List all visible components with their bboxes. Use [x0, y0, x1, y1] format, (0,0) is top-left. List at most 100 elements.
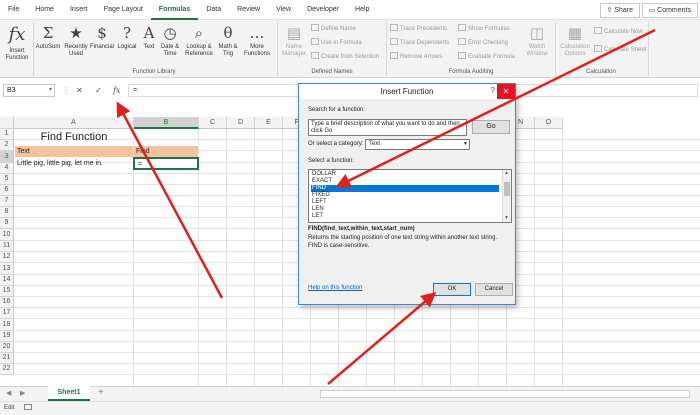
create-from-selection-button[interactable]: Create from Selection [311, 52, 379, 60]
search-function-input[interactable]: Type a brief description of what you wan… [308, 119, 467, 136]
chevron-down-icon[interactable]: ▾ [49, 85, 52, 96]
active-cell-b3[interactable]: = [133, 157, 199, 170]
lookup-reference-button[interactable]: ⌕ Lookup & Reference [183, 22, 215, 58]
cancel-icon[interactable]: ✕ [76, 84, 83, 97]
go-button[interactable]: Go [472, 120, 510, 134]
help-icon[interactable]: ? [491, 86, 495, 95]
cell-a1-title[interactable]: Find Function [15, 130, 133, 145]
function-item[interactable]: FIXED [311, 192, 499, 199]
calculate-now-button[interactable]: Calculate Now [594, 27, 643, 35]
row-header-13[interactable]: 13 [0, 263, 14, 275]
row-header-20[interactable]: 20 [0, 342, 14, 353]
function-item[interactable]: EXACT [311, 178, 499, 185]
ok-button[interactable]: OK [433, 283, 471, 296]
cell-a2[interactable]: Text [15, 146, 133, 157]
close-icon[interactable]: ✕ [497, 84, 515, 99]
tab-next-icon[interactable]: ▶ [20, 389, 25, 397]
menu-formulas[interactable]: Formulas [150, 0, 199, 20]
menu-page-layout[interactable]: Page Layout [95, 0, 150, 20]
row-header-12[interactable]: 12 [0, 252, 14, 263]
horizontal-scrollbar[interactable] [320, 390, 690, 398]
row-header-11[interactable]: 11 [0, 241, 14, 252]
share-button[interactable]: ⇪ Share [599, 3, 640, 18]
add-sheet-icon[interactable]: + [98, 387, 104, 398]
scroll-down-icon[interactable]: ▼ [504, 215, 509, 221]
cell-a3[interactable]: Little pig, little pig, let me in. [15, 158, 145, 169]
autosum-button[interactable]: Σ AutoSum [35, 22, 61, 51]
row-header-1[interactable]: 1 [0, 129, 14, 140]
evaluate-formula-button[interactable]: Evaluate Formula [458, 52, 515, 60]
logical-button[interactable]: ? Logical [115, 22, 139, 51]
column-header-c[interactable]: C [199, 117, 227, 129]
use-in-formula-button[interactable]: Use in Formula [311, 38, 362, 46]
date-time-button[interactable]: ◷ Date & Time [158, 22, 182, 58]
show-formulas-button[interactable]: Show Formulas [458, 24, 510, 32]
function-list[interactable]: DOLLAR EXACT FIND FIXED LEFT LEN LET ▲ ▼ [308, 169, 512, 223]
column-header-e[interactable]: E [255, 117, 283, 129]
row-header-5[interactable]: 5 [0, 174, 14, 185]
name-manager-button[interactable]: ▤ Name Manager [280, 22, 308, 58]
function-item[interactable]: LEFT [311, 199, 499, 206]
function-list-scrollbar[interactable]: ▲ ▼ [502, 170, 511, 222]
row-header-8[interactable]: 8 [0, 207, 14, 218]
remove-arrows-button[interactable]: Remove Arrows [390, 52, 442, 60]
cell-b2[interactable]: Find [134, 146, 198, 157]
menu-review[interactable]: Review [229, 0, 268, 20]
column-header-o[interactable]: O [535, 117, 563, 129]
scrollbar-thumb[interactable] [504, 182, 510, 196]
insert-function-button[interactable]: fx Insert Function [3, 22, 31, 62]
watch-window-button[interactable]: ◫ Watch Window [523, 22, 551, 58]
row-header-3[interactable]: 3 [0, 151, 14, 163]
menu-insert[interactable]: Insert [62, 0, 96, 20]
menu-help[interactable]: Help [347, 0, 377, 20]
comments-button[interactable]: ▭ Comments [641, 3, 698, 18]
help-on-function-link[interactable]: Help on this function [308, 285, 362, 291]
row-header-6[interactable]: 6 [0, 185, 14, 196]
row-header-18[interactable]: 18 [0, 319, 14, 331]
category-select[interactable]: Text ▼ [365, 139, 470, 150]
trace-dependents-button[interactable]: Trace Dependents [390, 38, 449, 46]
row-header-10[interactable]: 10 [0, 229, 14, 241]
scroll-up-icon[interactable]: ▲ [504, 170, 509, 176]
tab-prev-icon[interactable]: ◀ [6, 389, 11, 397]
row-header-16[interactable]: 16 [0, 297, 14, 308]
function-item[interactable]: LET [311, 213, 499, 220]
trace-precedents-button[interactable]: Trace Precedents [390, 24, 447, 32]
calculate-sheet-button[interactable]: Calculate Sheet [594, 45, 646, 53]
menu-file[interactable]: File [0, 0, 27, 20]
function-item[interactable]: DOLLAR [311, 171, 499, 178]
cancel-button[interactable]: Cancel [475, 283, 513, 296]
more-functions-button[interactable]: … More Functions [241, 22, 273, 58]
tab-sheet1[interactable]: Sheet1 [48, 386, 90, 401]
row-header-19[interactable]: 19 [0, 331, 14, 342]
recently-used-button[interactable]: ★ Recently Used [62, 22, 90, 58]
row-header-21[interactable]: 21 [0, 353, 14, 364]
row-header-7[interactable]: 7 [0, 196, 14, 207]
row-header-14[interactable]: 14 [0, 275, 14, 286]
column-header-b[interactable]: B [134, 117, 199, 129]
insert-function-fx-icon[interactable]: fx [113, 84, 120, 97]
math-trig-button[interactable]: θ Math & Trig [216, 22, 240, 58]
select-all-corner[interactable] [0, 117, 14, 129]
row-header-15[interactable]: 15 [0, 286, 14, 297]
row-header-2[interactable]: 2 [0, 140, 14, 151]
function-item-selected[interactable]: FIND [311, 185, 499, 192]
error-checking-button[interactable]: Error Checking [458, 38, 508, 46]
define-name-button[interactable]: Define Name [311, 24, 356, 32]
row-header-9[interactable]: 9 [0, 218, 14, 229]
name-box[interactable]: B3 ▾ [3, 84, 55, 97]
row-header-4[interactable]: 4 [0, 163, 14, 174]
row-header-22[interactable]: 22 [0, 364, 14, 375]
menu-developer[interactable]: Developer [299, 0, 347, 20]
menu-home[interactable]: Home [27, 0, 62, 20]
text-button[interactable]: A Text [140, 22, 158, 51]
column-header-d[interactable]: D [227, 117, 255, 129]
menu-data[interactable]: Data [198, 0, 229, 20]
column-header-a[interactable]: A [14, 117, 134, 129]
enter-check-icon[interactable]: ✓ [95, 84, 102, 97]
row-header-17[interactable]: 17 [0, 308, 14, 319]
calculation-options-button[interactable]: ▦ Calculation Options [558, 22, 592, 58]
menu-view[interactable]: View [268, 0, 299, 20]
financial-button[interactable]: $ Financial [89, 22, 115, 51]
function-item[interactable]: LEN [311, 206, 499, 213]
